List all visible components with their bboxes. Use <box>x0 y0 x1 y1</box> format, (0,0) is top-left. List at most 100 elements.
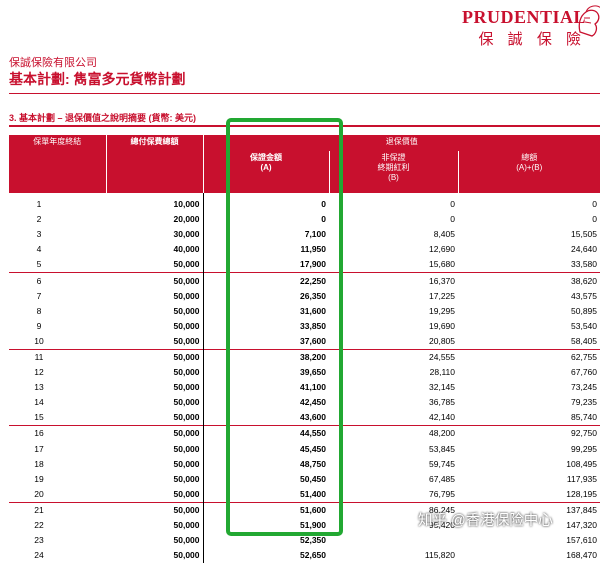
cell-total: 38,620 <box>458 272 600 289</box>
cell-year: 22 <box>34 520 44 531</box>
col-header-premium: 總付保費總額 <box>105 135 203 193</box>
cell-year: 2 <box>36 214 42 225</box>
cell-year: 15 <box>34 412 44 423</box>
cell-premium: 50,000 <box>106 410 204 426</box>
cell-bonus: 28,110 <box>429 367 455 378</box>
cell-year: 14 <box>34 397 44 408</box>
cell-bonus: 16,370 <box>329 272 458 289</box>
col-header-total: 總額 (A)+(B) <box>457 151 600 193</box>
cell-year: 7 <box>36 290 42 301</box>
cell-year: 10 <box>34 335 44 346</box>
cell-premium: 50,000 <box>106 288 204 304</box>
cell-year: 8 <box>36 305 42 316</box>
cell-total: 85,740 <box>571 412 598 423</box>
cell-year: 12 <box>34 367 44 378</box>
cell-year: 6 <box>9 272 106 289</box>
cell-bonus: 24,555 <box>329 348 458 366</box>
cell-total: 99,295 <box>571 443 598 454</box>
cell-year: 4 <box>36 244 42 255</box>
cell-premium: 50,000 <box>106 501 204 518</box>
company-name: 保誠保險有限公司 <box>9 57 97 69</box>
cell-premium: 50,000 <box>106 456 204 472</box>
cell-bonus: 17,225 <box>429 290 455 301</box>
cell-bonus: 20,805 <box>429 335 455 346</box>
plan-title: 基本計劃: 雋富多元貨幣計劃 <box>9 71 186 87</box>
cell-premium: 50,000 <box>106 380 204 396</box>
table-row: 24 50,000 52,650 115,820 168,470 <box>9 548 600 563</box>
cell-total: 92,750 <box>458 425 600 442</box>
cell-bonus: 19,295 <box>429 305 455 316</box>
cell-bonus: 19,690 <box>429 320 455 331</box>
cell-bonus: 42,140 <box>429 412 455 423</box>
cell-total: 43,575 <box>571 290 598 301</box>
cell-premium: 50,000 <box>106 333 204 350</box>
cell-premium: 10,000 <box>106 193 204 213</box>
logo-text-zh: 保 誠 保 險 <box>478 31 586 48</box>
cell-premium: 50,000 <box>106 471 204 487</box>
cell-year: 21 <box>9 501 106 518</box>
cell-premium: 50,000 <box>106 533 204 549</box>
cell-premium: 50,000 <box>106 303 204 319</box>
cell-bonus: 115,820 <box>424 550 455 561</box>
prudential-logo: PRUDENTIAL 保 誠 保 險 <box>462 8 586 49</box>
cell-year: 20 <box>34 488 44 499</box>
cell-premium: 50,000 <box>106 365 204 381</box>
col-header-year: 保單年度終結 <box>9 135 106 193</box>
col-header-total-label: 總額 <box>521 153 538 162</box>
cell-total: 24,640 <box>571 244 598 255</box>
cell-year: 11 <box>9 348 106 366</box>
cell-year: 5 <box>36 259 42 270</box>
cell-guaranteed: 52,650 <box>300 550 326 561</box>
cell-total: 0 <box>592 199 598 210</box>
cell-bonus: 12,690 <box>429 244 455 255</box>
cell-total: 168,470 <box>566 550 598 561</box>
cell-premium: 50,000 <box>106 486 204 503</box>
cell-premium: 20,000 <box>106 212 204 228</box>
cell-total: 67,760 <box>571 367 598 378</box>
cell-bonus: 67,485 <box>429 473 455 484</box>
logo-text-en: PRUDENTIAL <box>461 7 586 27</box>
cell-year: 23 <box>34 535 44 546</box>
cell-premium: 50,000 <box>106 517 204 534</box>
prudence-head-icon <box>578 5 600 37</box>
watermark: 知乎 @香港保险中心 <box>418 513 553 529</box>
cell-bonus: 8,405 <box>433 229 455 240</box>
cell-bonus: 59,745 <box>429 458 455 469</box>
cell-year: 18 <box>34 458 44 469</box>
cell-total: 157,610 <box>566 535 598 546</box>
cell-bonus <box>329 533 458 548</box>
cell-total: 62,755 <box>458 348 600 366</box>
cell-total: 117,935 <box>566 473 598 484</box>
cell-premium: 50,000 <box>106 425 204 442</box>
cell-bonus: 0 <box>450 214 455 225</box>
cell-premium: 50,000 <box>106 441 204 457</box>
cell-total: 79,235 <box>571 397 598 408</box>
cell-bonus: 76,795 <box>429 488 455 499</box>
cell-bonus: 48,200 <box>329 425 458 442</box>
cell-premium: 40,000 <box>106 242 204 258</box>
cell-total: 50,895 <box>571 305 598 316</box>
col-header-total-sub: (A)+(B) <box>516 163 543 172</box>
cell-bonus: 53,845 <box>429 443 455 454</box>
cell-year: 9 <box>36 320 42 331</box>
cell-year: 1 <box>36 199 42 210</box>
cell-year: 24 <box>34 550 44 561</box>
cell-bonus: 15,680 <box>429 259 455 270</box>
section-title: 3. 基本計劃 – 退保價值之說明摘要 (貨幣: 美元) <box>9 113 197 123</box>
cell-year: 17 <box>34 443 44 454</box>
cell-premium: 50,000 <box>106 348 204 366</box>
col-header-bonus: 非保證 終期紅利 (B) <box>328 151 458 193</box>
cell-total: 0 <box>592 214 598 225</box>
cell-year: 19 <box>34 473 44 484</box>
highlight-box <box>226 118 343 536</box>
cell-total: 128,195 <box>566 488 598 499</box>
cell-total: 15,505 <box>571 229 598 240</box>
col-header-bonus-label: 非保證 <box>381 153 406 162</box>
cell-total: 33,580 <box>571 259 598 270</box>
cell-total: 53,540 <box>571 320 598 331</box>
cell-year: 16 <box>9 425 106 442</box>
cell-total: 108,495 <box>566 458 598 469</box>
cell-year: 3 <box>36 229 42 240</box>
col-header-bonus-sub2: (B) <box>388 173 399 182</box>
cell-premium: 50,000 <box>106 395 204 411</box>
